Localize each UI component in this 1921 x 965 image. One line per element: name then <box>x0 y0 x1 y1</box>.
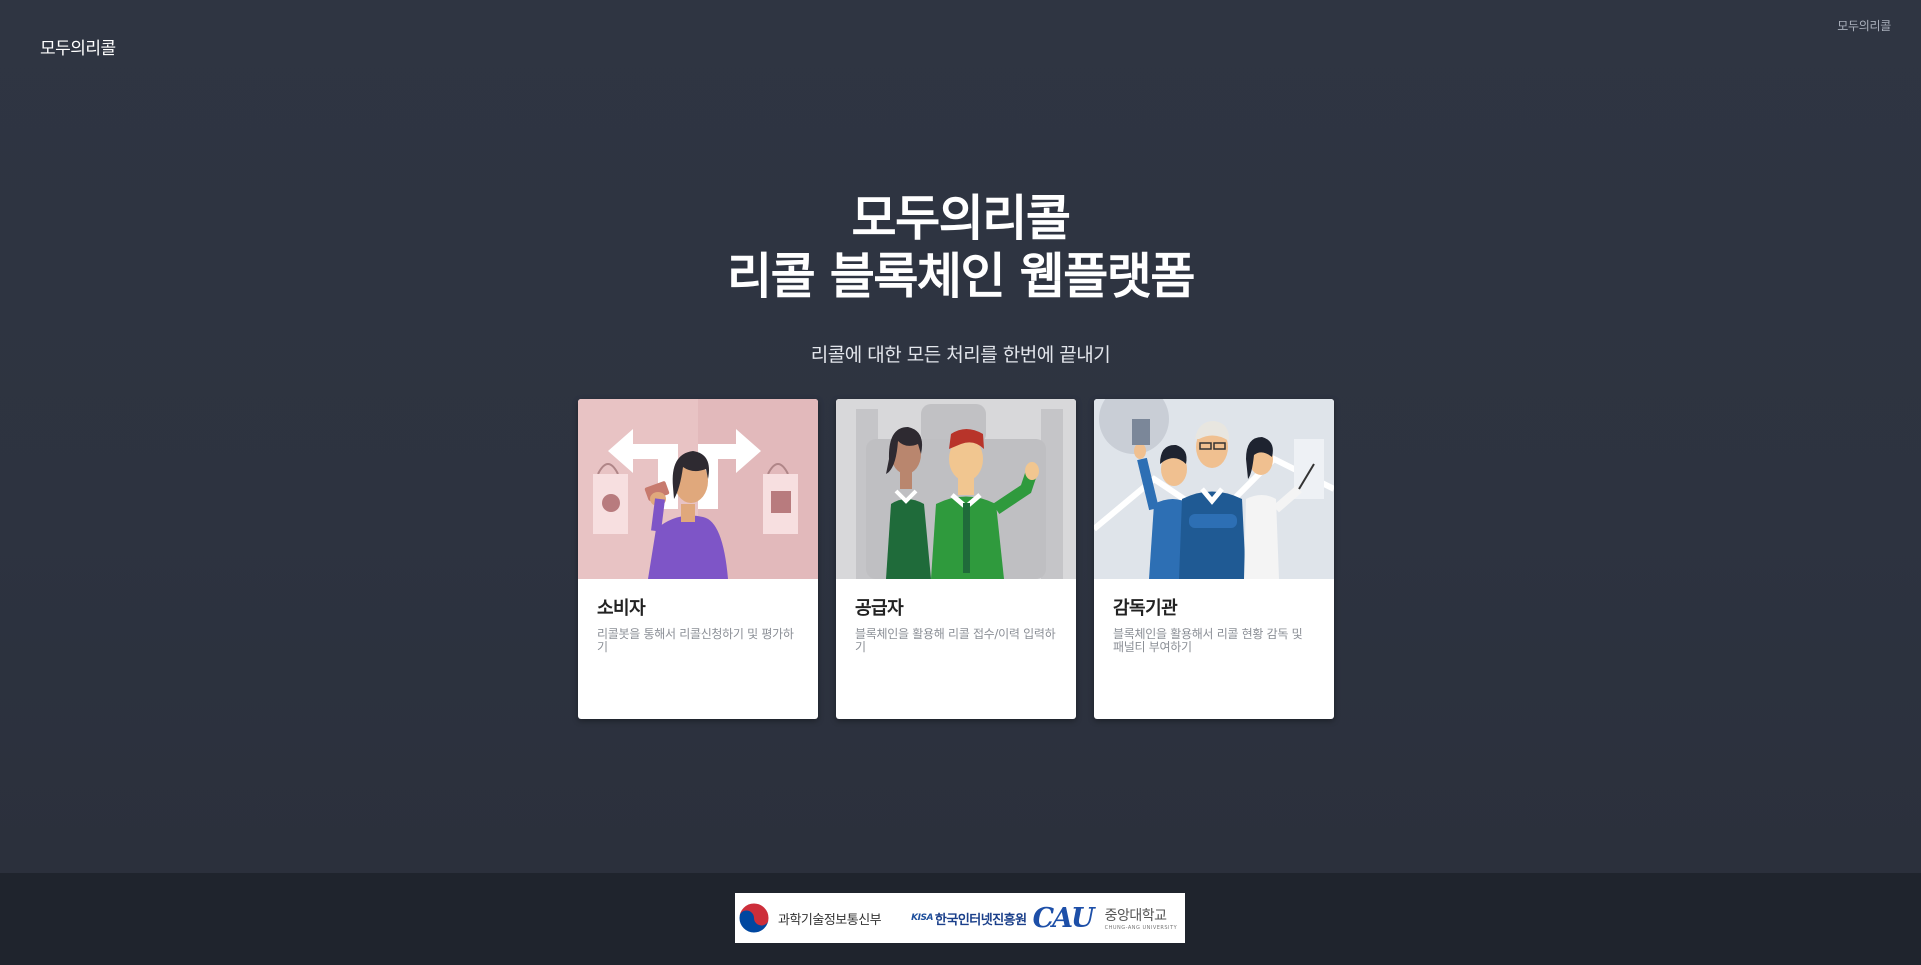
hero-title-line1: 모두의리콜 <box>851 190 1071 247</box>
msit-name: 과학기술정보통신부 <box>778 912 882 928</box>
regulator-card-title: 감독기관 <box>1113 598 1178 619</box>
regulator-card-description: 블록체인을 활용해서 리콜 현황 감독 및 패널티 부여하기 <box>1113 627 1303 654</box>
kisa-logo-icon: KISA <box>911 913 933 923</box>
brand-logo[interactable]: 모두의리콜 <box>40 34 116 59</box>
cau-name: 중앙대학교 <box>1104 908 1167 924</box>
hero-subtitle: 리콜에 대한 모든 처리를 한번에 끝내기 <box>810 344 1111 366</box>
kisa-name: 한국인터넷진흥원 <box>934 912 1027 928</box>
hero: 모두의리콜 리콜 블록체인 웹플랫폼 리콜에 대한 모든 처리를 한번에 끝내기 <box>0 190 1921 367</box>
cau-logo: CAU 중앙대학교 CHUNG-ANG UNIVERSITY <box>1033 903 1178 934</box>
hero-title-line2: 리콜 블록체인 웹플랫폼 <box>727 248 1195 305</box>
consumer-illustration <box>578 399 818 579</box>
consumer-card-description: 리콜봇을 통해서 리콜신청하기 및 평가하기 <box>597 627 794 654</box>
cau-text: 중앙대학교 CHUNG-ANG UNIVERSITY <box>1105 905 1178 931</box>
main-stage: 모두의리콜 모두의리콜 모두의리콜 리콜 블록체인 웹플랫폼 리콜에 대한 모든… <box>0 0 1921 873</box>
regulator-illustration <box>1094 399 1334 579</box>
supplier-card-description: 블록체인을 활용해 리콜 접수/이력 입력하기 <box>855 627 1056 654</box>
supplier-illustration <box>836 399 1076 579</box>
cau-english-name: CHUNG-ANG UNIVERSITY <box>1104 925 1178 931</box>
supplier-card[interactable]: 공급자 블록체인을 활용해 리콜 접수/이력 입력하기 <box>836 399 1076 719</box>
msit-logo: 과학기술정보통신부 <box>737 901 882 935</box>
consumer-card-body: 소비자 리콜봇을 통해서 리콜신청하기 및 평가하기 <box>578 579 818 669</box>
footer: 과학기술정보통신부 KISA 한국인터넷진흥원 CAU 중앙대학교 CHUNG-… <box>0 873 1921 965</box>
supplier-card-body: 공급자 블록체인을 활용해 리콜 접수/이력 입력하기 <box>836 579 1076 669</box>
supplier-card-title: 공급자 <box>855 598 904 619</box>
top-right-link[interactable]: 모두의리콜 <box>1837 17 1891 34</box>
hero-title: 모두의리콜 리콜 블록체인 웹플랫폼 <box>0 190 1921 306</box>
partner-logos: 과학기술정보통신부 KISA 한국인터넷진흥원 CAU 중앙대학교 CHUNG-… <box>735 893 1185 943</box>
cau-logo-icon: CAU <box>1032 902 1095 934</box>
role-cards: 소비자 리콜봇을 통해서 리콜신청하기 및 평가하기 공급자 블록체인을 활용해… <box>578 399 1334 719</box>
regulator-card[interactable]: 감독기관 블록체인을 활용해서 리콜 현황 감독 및 패널티 부여하기 <box>1094 399 1334 719</box>
kisa-logo: KISA 한국인터넷진흥원 <box>911 909 1027 928</box>
consumer-card-title: 소비자 <box>597 598 646 619</box>
regulator-card-body: 감독기관 블록체인을 활용해서 리콜 현황 감독 및 패널티 부여하기 <box>1094 579 1334 669</box>
taegeuk-emblem-icon <box>738 902 770 934</box>
consumer-card[interactable]: 소비자 리콜봇을 통해서 리콜신청하기 및 평가하기 <box>578 399 818 719</box>
